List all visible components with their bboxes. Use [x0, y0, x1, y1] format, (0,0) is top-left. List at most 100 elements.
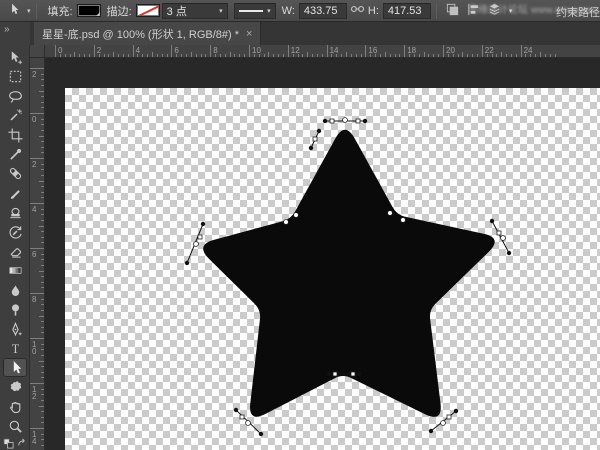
canvas-transparency-checkerboard[interactable]	[65, 88, 600, 450]
anchor-point[interactable]	[355, 118, 361, 124]
stroke-width-caret-icon[interactable]: ▾	[219, 7, 223, 15]
ruler-tick-label: 2	[32, 160, 37, 169]
shape-width-input[interactable]: 433.75	[298, 2, 347, 19]
separator	[35, 2, 37, 19]
pen-icon	[8, 321, 23, 337]
type-tool[interactable]: T	[3, 339, 27, 358]
direction-handle-dot[interactable]	[233, 407, 239, 413]
clone-stamp-tool[interactable]	[3, 203, 27, 222]
direction-handle-dot[interactable]	[362, 118, 368, 124]
fill-color-swatch[interactable]	[76, 4, 101, 17]
custom-shape-tool[interactable]	[3, 378, 27, 397]
path-arrangement-caret-icon[interactable]: ▾	[509, 7, 513, 15]
direction-handle-dot[interactable]	[316, 128, 322, 134]
dodge-tool[interactable]	[3, 300, 27, 319]
anchor-point[interactable]	[239, 414, 245, 420]
move-icon	[8, 50, 23, 65]
history-brush-icon	[8, 225, 23, 240]
direction-handle-dot[interactable]	[200, 221, 206, 227]
clone-stamp-icon	[8, 205, 23, 220]
mini-color-swatches-icon[interactable]	[2, 436, 14, 450]
anchor-point[interactable]	[440, 420, 446, 426]
direction-handle-dot[interactable]	[453, 408, 459, 414]
star-shape-layer[interactable]	[65, 88, 600, 450]
anchor-point[interactable]	[245, 420, 251, 426]
gradient-tool[interactable]	[3, 261, 27, 280]
height-label: H:	[367, 4, 379, 17]
stroke-style-dropdown[interactable]: ▾	[233, 2, 276, 19]
document-tab[interactable]: 星星-底.psd @ 100% (形状 1, RGB/8#) * ×	[34, 22, 262, 45]
anchor-point[interactable]	[446, 414, 452, 420]
anchor-point[interactable]	[387, 210, 393, 216]
stroke-color-swatch[interactable]	[135, 4, 160, 17]
path-operations-icon[interactable]	[445, 2, 460, 20]
direction-handle-dot[interactable]	[356, 371, 362, 377]
ruler-origin-corner[interactable]	[30, 45, 45, 58]
collapse-panel-button[interactable]: »	[0, 22, 30, 45]
marquee-tool[interactable]	[3, 67, 27, 86]
direction-handle-dot[interactable]	[489, 218, 495, 224]
magic-wand-tool[interactable]	[3, 106, 27, 125]
svg-text:T: T	[11, 342, 19, 356]
close-tab-icon[interactable]: ×	[246, 28, 252, 40]
anchor-point[interactable]	[312, 136, 318, 142]
hand-tool[interactable]	[3, 397, 27, 416]
direction-handle-dot[interactable]	[428, 428, 434, 434]
path-arrangement-icon[interactable]	[487, 2, 502, 20]
stroke-width-field[interactable]: 3 点 ▾	[161, 2, 228, 19]
ruler-tick-label: 14	[32, 430, 37, 446]
tool-preset-arrow-icon[interactable]	[7, 2, 20, 19]
anchor-point[interactable]	[342, 117, 348, 123]
zoom-tool[interactable]	[3, 417, 27, 436]
direction-handle-dot[interactable]	[322, 118, 328, 124]
anchor-point[interactable]	[283, 219, 289, 225]
history-brush-tool[interactable]	[3, 223, 27, 242]
anchor-point[interactable]	[496, 230, 502, 236]
crop-tool[interactable]	[3, 126, 27, 145]
anchor-point[interactable]	[332, 371, 338, 377]
pen-tool[interactable]	[3, 320, 27, 339]
constrain-path-checkbox-label[interactable]: 约束路径	[556, 4, 600, 20]
dodge-icon	[8, 302, 23, 317]
direction-handle-dot[interactable]	[184, 260, 190, 266]
eyedropper-icon	[8, 147, 23, 162]
move-tool[interactable]	[3, 48, 27, 67]
blur-tool[interactable]	[3, 281, 27, 300]
ruler-tick-label: 4	[32, 205, 37, 214]
stroke-width-value: 3 点	[166, 5, 187, 18]
ruler-tick-label: 12	[32, 385, 37, 401]
path-selection-tool[interactable]	[3, 358, 27, 378]
eraser-tool[interactable]	[3, 242, 27, 261]
healing-brush-tool[interactable]	[3, 164, 27, 183]
tool-preset-caret-icon[interactable]: ▾	[27, 7, 31, 15]
type-icon: T	[8, 341, 23, 356]
anchor-point[interactable]	[350, 371, 356, 377]
brush-icon	[8, 186, 23, 201]
eraser-icon	[8, 244, 23, 259]
direction-handle-dot[interactable]	[308, 145, 314, 151]
anchor-point[interactable]	[500, 235, 506, 241]
anchor-point[interactable]	[197, 234, 203, 240]
photoshop-window: ▾ 填充: 描边: 3 点 ▾ ▾ W: 433.75 H: 417.53 ▾ …	[0, 0, 600, 450]
link-dimensions-icon[interactable]	[350, 3, 365, 18]
blur-icon	[8, 283, 23, 298]
eyedropper-tool[interactable]	[3, 145, 27, 164]
brush-tool[interactable]	[3, 184, 27, 203]
healing-brush-icon	[8, 166, 23, 181]
anchor-point[interactable]	[400, 217, 406, 223]
solid-line-icon	[238, 9, 264, 12]
lasso-tool[interactable]	[3, 87, 27, 106]
direction-handle-dot[interactable]	[326, 371, 332, 377]
anchor-point[interactable]	[329, 118, 335, 124]
horizontal-ruler: 0 2 4 6 8 10 12 14 16 18 20 22 24	[45, 45, 600, 58]
direction-handle-dot[interactable]	[258, 431, 264, 437]
document-title: 星星-底.psd @ 100% (形状 1, RGB/8#) *	[42, 28, 240, 41]
anchor-point[interactable]	[193, 241, 199, 247]
direction-handle-dot[interactable]	[506, 250, 512, 256]
stroke-style-caret-icon[interactable]: ▾	[267, 7, 271, 15]
path-alignment-icon[interactable]	[466, 2, 481, 20]
swap-colors-icon[interactable]	[17, 436, 28, 450]
anchor-point[interactable]	[293, 212, 299, 218]
lasso-icon	[8, 89, 23, 104]
shape-height-input[interactable]: 417.53	[382, 2, 431, 19]
